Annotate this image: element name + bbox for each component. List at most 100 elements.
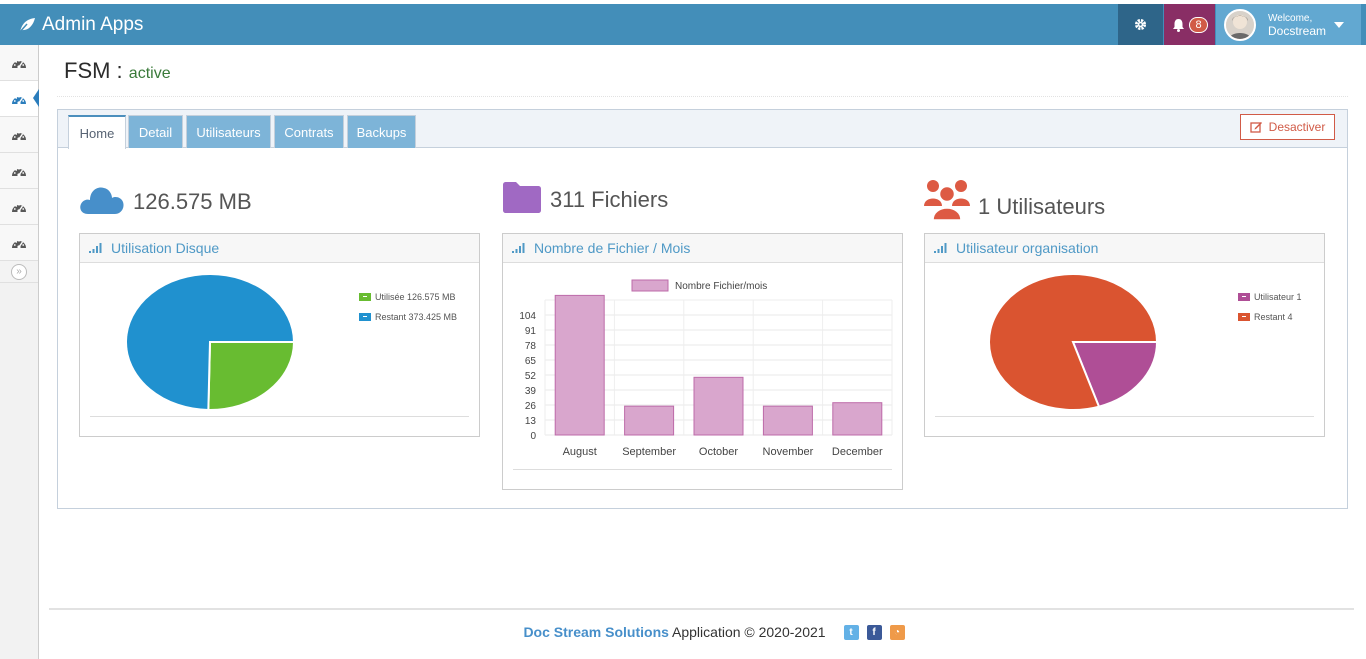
widget-users: Utilisateur organisation Utilisateur 1 R… <box>924 233 1325 437</box>
deactivate-button[interactable]: Desactiver <box>1240 114 1335 140</box>
sidebar: » <box>0 45 39 659</box>
avatar <box>1224 8 1256 41</box>
y-tick-label: 78 <box>525 341 537 352</box>
notifications-button[interactable]: 8 <box>1164 4 1215 45</box>
facebook-icon[interactable]: f <box>866 624 882 640</box>
settings-button[interactable] <box>1118 4 1163 45</box>
widget-disk: Utilisation Disque Utilisée 126.575 MB R… <box>79 233 480 437</box>
dashboard-icon <box>12 95 26 105</box>
users-pie-chart <box>988 273 1159 411</box>
page-title-text: FSM : <box>64 58 123 83</box>
signal-icon <box>512 243 525 253</box>
x-tick-label: October <box>699 446 738 458</box>
legend-user-label: Utilisateur 1 <box>1254 292 1302 302</box>
welcome-label: Welcome, <box>1268 12 1313 24</box>
tab-contrats[interactable]: Contrats <box>274 115 344 148</box>
x-tick-label: December <box>832 446 883 458</box>
tab-utilisateurs[interactable]: Utilisateurs <box>186 115 271 148</box>
widget-footer <box>935 416 1314 417</box>
legend-item-user: Utilisateur 1 <box>1238 287 1302 307</box>
signal-icon <box>934 243 947 253</box>
tab-backups-label: Backups <box>356 124 407 140</box>
footer-divider <box>49 608 1354 610</box>
bar-october <box>693 376 744 436</box>
sidebar-item-6[interactable] <box>0 225 38 261</box>
sidebar-item-1[interactable] <box>0 45 38 81</box>
legend-swatch <box>1238 293 1250 301</box>
stat-files-value: 311 Fichiers <box>550 187 669 212</box>
notifications-badge: 8 <box>1190 17 1207 32</box>
y-tick-label: 52 <box>525 371 537 382</box>
sidebar-item-3[interactable] <box>0 117 38 153</box>
users-icon <box>924 180 970 220</box>
widget-footer <box>513 469 892 470</box>
y-tick-label: 26 <box>525 401 537 412</box>
bar-december <box>832 402 883 436</box>
dashboard-icon <box>12 167 26 177</box>
legend-swatch <box>359 313 371 321</box>
header-divider <box>57 96 1348 97</box>
disk-legend: Utilisée 126.575 MB Restant 373.425 MB <box>359 287 457 327</box>
twitter-icon[interactable]: t <box>843 624 859 640</box>
files-bar-chart: Nombre Fichier/mois 0 13 26 39 52 65 78 91 104 Aug… <box>519 279 893 458</box>
widget-footer <box>90 416 469 417</box>
disk-pie-chart <box>125 273 296 412</box>
bar-november <box>762 405 813 436</box>
dashboard-icon <box>12 59 26 69</box>
legend-rest-label: Restant 4 <box>1254 312 1293 322</box>
sidebar-collapse-button[interactable]: » <box>0 261 38 283</box>
widget-disk-header: Utilisation Disque <box>80 234 479 263</box>
dashboard-icon <box>12 203 26 213</box>
tab-backups[interactable]: Backups <box>347 115 416 148</box>
tab-utilisateurs-label: Utilisateurs <box>196 124 261 140</box>
widget-files-title: Nombre de Fichier / Mois <box>534 240 691 256</box>
page-title: FSM : active <box>64 58 171 84</box>
y-tick-label: 0 <box>530 431 536 442</box>
pie-slice-utilisée <box>207 341 296 411</box>
stat-users-value: 1 Utilisateurs <box>978 194 1106 219</box>
footer-text: Application © 2020-2021 <box>668 624 826 640</box>
sidebar-item-5[interactable] <box>0 189 38 225</box>
page-status: active <box>128 65 171 82</box>
x-tick-label: August <box>563 446 597 458</box>
legend-item-rest: Restant 4 <box>1238 307 1302 327</box>
tab-detail-label: Detail <box>138 124 173 140</box>
y-tick-label: 13 <box>525 416 537 427</box>
bar-august <box>554 294 605 436</box>
tab-contrats-label: Contrats <box>284 124 334 140</box>
widget-users-title: Utilisateur organisation <box>956 240 1099 256</box>
bell-icon <box>1173 18 1185 32</box>
cloud-icon <box>80 187 124 214</box>
bar-legend-label: Nombre Fichier/mois <box>675 281 767 292</box>
widget-users-header: Utilisateur organisation <box>925 234 1324 263</box>
legend-swatch <box>1238 313 1250 321</box>
deactivate-label: Desactiver <box>1268 120 1326 134</box>
brand[interactable]: Admin Apps <box>18 4 143 45</box>
leaf-icon <box>18 17 35 33</box>
user-menu[interactable]: Welcome, Docstream <box>1216 4 1361 45</box>
legend-used-label: Utilisée 126.575 MB <box>375 292 456 302</box>
y-tick-label: 39 <box>525 386 537 397</box>
x-tick-label: November <box>763 446 814 458</box>
stat-disk-value: 126.575 MB <box>133 189 252 214</box>
legend-item-free: Restant 373.425 MB <box>359 307 457 327</box>
navbar: Admin Apps 8 Welcome, Docstream <box>0 4 1366 45</box>
stat-files: 311 Fichiers <box>502 181 668 213</box>
caret-down-icon <box>1334 21 1345 28</box>
tab-home-label: Home <box>79 125 115 141</box>
widget-files: Nombre de Fichier / Mois Nombre Fichier/… <box>502 233 903 490</box>
sidebar-item-4[interactable] <box>0 153 38 189</box>
signal-icon <box>89 243 102 253</box>
footer: Doc Stream Solutions Application © 2020-… <box>0 624 1366 640</box>
tab-detail[interactable]: Detail <box>128 115 183 148</box>
y-tick-label: 104 <box>519 311 536 322</box>
x-tick-label: September <box>622 446 676 458</box>
tab-home[interactable]: Home <box>68 115 126 149</box>
tab-bar: Home Detail Utilisateurs Contrats Backup… <box>58 110 1347 149</box>
footer-org: Doc Stream Solutions <box>523 624 669 640</box>
rss-icon[interactable]: ◔ <box>889 624 905 640</box>
users-legend: Utilisateur 1 Restant 4 <box>1238 287 1302 327</box>
sidebar-item-2[interactable] <box>0 81 39 117</box>
stat-users: 1 Utilisateurs <box>924 178 1105 220</box>
dashboard-icon <box>12 239 26 249</box>
